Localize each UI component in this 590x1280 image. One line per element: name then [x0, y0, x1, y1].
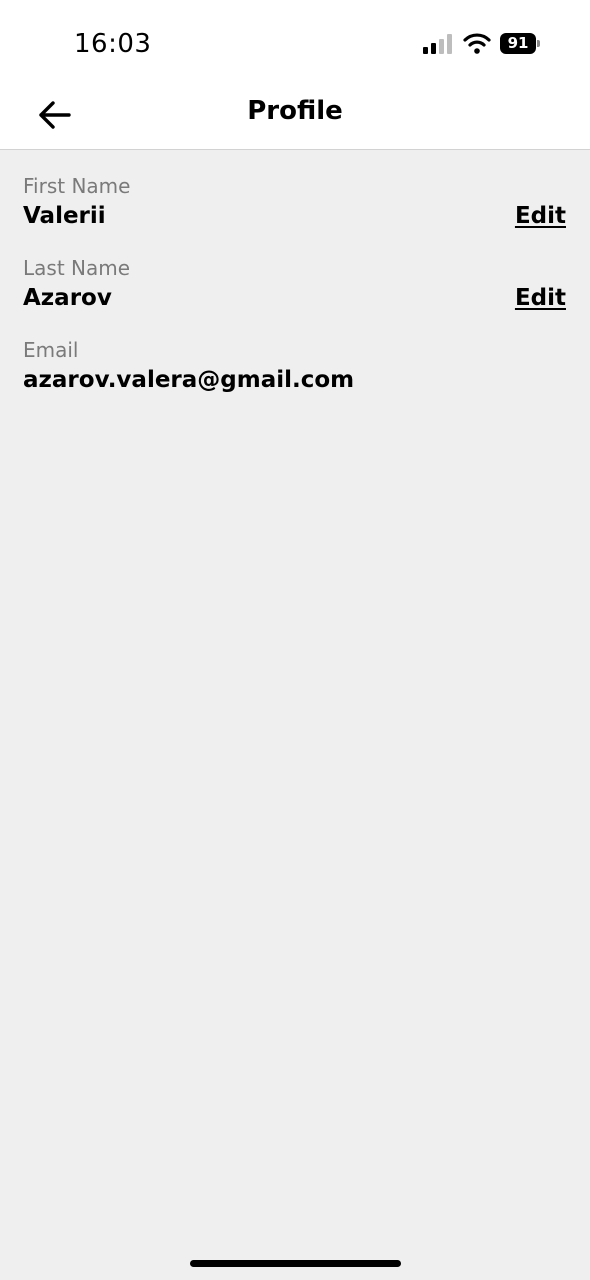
navigation-bar: Profile [0, 80, 590, 150]
email-label: Email [23, 338, 79, 362]
edit-last-name-button[interactable]: Edit [515, 285, 566, 311]
email-value: azarov.valera@gmail.com [23, 367, 355, 393]
last-name-value: Azarov [23, 285, 112, 311]
status-time: 16:03 [74, 29, 152, 59]
first-name-label: First Name [23, 174, 131, 198]
home-indicator[interactable] [190, 1260, 401, 1267]
page-title: Profile [247, 96, 343, 126]
first-name-value: Valerii [23, 203, 106, 229]
status-bar: 16:03 91 [0, 0, 590, 80]
battery-tip [537, 40, 540, 47]
email-field: Email azarov.valera@gmail.com [0, 314, 590, 396]
edit-first-name-button[interactable]: Edit [515, 203, 566, 229]
wifi-icon [463, 33, 491, 54]
last-name-field: Last Name Azarov Edit [0, 232, 590, 314]
cellular-signal-icon [423, 34, 452, 54]
battery-indicator: 91 [500, 33, 540, 54]
profile-details: First Name Valerii Edit Last Name Azarov… [0, 150, 590, 396]
first-name-field: First Name Valerii Edit [0, 150, 590, 232]
battery-level: 91 [500, 33, 536, 54]
last-name-label: Last Name [23, 256, 131, 280]
